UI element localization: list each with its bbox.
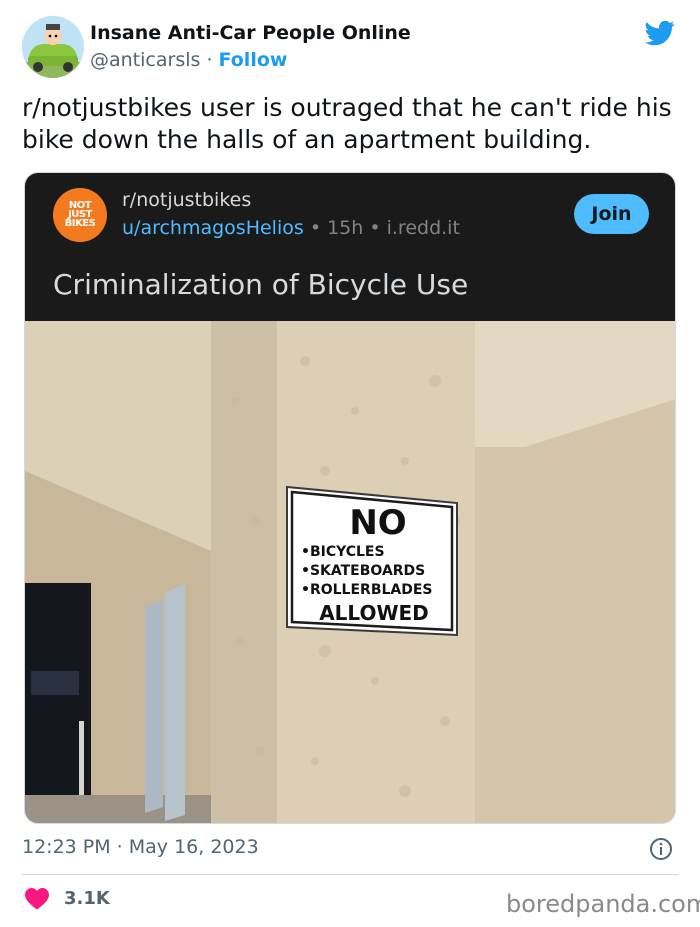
like-count[interactable]: 3.1K bbox=[64, 888, 110, 909]
heart-icon[interactable] bbox=[25, 888, 49, 910]
post-title[interactable]: Criminalization of Bicycle Use bbox=[53, 268, 468, 301]
author-handle-row: @anticarsls · Follow bbox=[90, 49, 287, 71]
parked-car bbox=[31, 671, 79, 695]
railing-post bbox=[79, 721, 84, 801]
separator-dot: · bbox=[206, 49, 213, 71]
join-button[interactable]: Join bbox=[574, 194, 649, 234]
author-name[interactable]: Insane Anti-Car People Online bbox=[90, 22, 411, 44]
post-author[interactable]: u/archmagosHelios bbox=[122, 217, 304, 239]
reddit-post-header: NOT JUST BIKES r/notjustbikes u/archmago… bbox=[25, 173, 675, 321]
sign-heading: NO bbox=[349, 503, 406, 543]
avatar[interactable] bbox=[22, 16, 84, 78]
divider bbox=[22, 874, 678, 875]
watermark: boredpanda.com bbox=[506, 890, 700, 918]
tweet-header: Insane Anti-Car People Online @anticarsl… bbox=[0, 0, 700, 90]
sign-item-bicycles: •BICYCLES bbox=[301, 544, 385, 560]
column-side bbox=[211, 321, 277, 823]
avatar-car-cartoon-icon bbox=[22, 16, 84, 78]
sign-item-rollerblades: •ROLLERBLADES bbox=[301, 582, 433, 598]
post-meta: u/archmagosHelios • 15h • i.redd.it bbox=[122, 217, 460, 239]
reddit-embed-card[interactable]: NOT JUST BIKES r/notjustbikes u/archmago… bbox=[24, 172, 676, 824]
door-near bbox=[165, 583, 185, 821]
follow-button[interactable]: Follow bbox=[219, 49, 288, 71]
hall-wall-right bbox=[475, 399, 675, 823]
post-photo[interactable]: NO •BICYCLES •SKATEBOARDS •ROLLERBLADES … bbox=[25, 321, 676, 824]
sign-footer: ALLOWED bbox=[319, 601, 429, 625]
logo-line-3: BIKES bbox=[64, 218, 96, 229]
no-bicycles-sign: NO •BICYCLES •SKATEBOARDS •ROLLERBLADES … bbox=[286, 485, 458, 637]
tweet-timestamp[interactable]: 12:23 PM · May 16, 2023 bbox=[22, 836, 259, 858]
subreddit-name[interactable]: r/notjustbikes bbox=[122, 189, 251, 211]
info-icon[interactable] bbox=[649, 837, 673, 861]
author-handle[interactable]: @anticarsls bbox=[90, 49, 200, 71]
tweet-text: r/notjustbikes user is outraged that he … bbox=[22, 93, 672, 154]
post-age: 15h bbox=[327, 217, 364, 239]
twitter-bird-icon[interactable] bbox=[643, 18, 677, 48]
door-far bbox=[145, 599, 163, 813]
subreddit-logo[interactable]: NOT JUST BIKES bbox=[53, 188, 107, 242]
meta-separator: • bbox=[369, 217, 381, 239]
sign-item-skateboards: •SKATEBOARDS bbox=[301, 563, 425, 579]
meta-separator: • bbox=[309, 217, 322, 239]
post-domain[interactable]: i.redd.it bbox=[387, 217, 460, 239]
